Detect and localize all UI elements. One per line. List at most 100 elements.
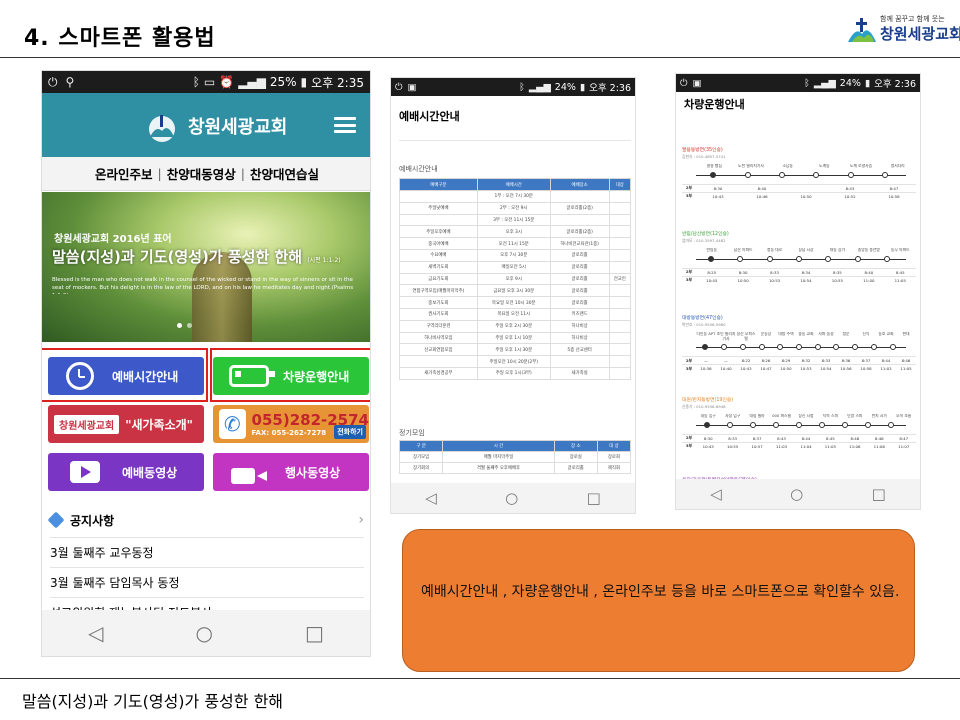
- table-cell: 8:46: [842, 433, 868, 442]
- table-cell: 글로리홀: [549, 284, 610, 298]
- table-cell: 주일오후예배: [399, 225, 478, 239]
- table-cell: 8:29: [776, 356, 796, 365]
- stop-label: 조인 빌리지기사: [716, 332, 736, 341]
- page-title: 예배시간안내: [399, 110, 460, 123]
- back-triangle-icon[interactable]: ◁: [425, 489, 437, 507]
- call-church-button[interactable]: ✆ 055)282-2574 FAX: 055-262-7278 전화하기: [213, 405, 369, 443]
- motto-banner[interactable]: 창원세광교회 2016년 표어 말씀(지성)과 기도(영성)가 풍성한 한해 (…: [42, 192, 370, 342]
- section-title: 예배시간안내: [399, 165, 438, 173]
- table-header-cell: 예배장소: [549, 178, 610, 191]
- table-cell: 10:43: [696, 191, 740, 200]
- table-cell: 10:54: [816, 364, 836, 373]
- table-cell: 8:35: [821, 267, 854, 276]
- table-row: 구역리더훈련 주일 오후 2시 30분 하나비상: [399, 319, 632, 333]
- table-cell: 11:03: [769, 441, 794, 450]
- table-cell: 새가족실: [549, 366, 610, 380]
- stop-marker: [847, 171, 854, 178]
- nav-choir-practice[interactable]: 찬양대연습실: [250, 164, 319, 183]
- table-row: 수요예배 오후 7시 30분 글로리홀: [399, 248, 632, 262]
- table-cell: [399, 213, 478, 227]
- table-row: 금요기도회 오후 9시 글로리홀 전교인: [399, 272, 632, 286]
- recents-square-icon[interactable]: □: [587, 489, 601, 507]
- table-cell: 8:45: [818, 433, 843, 442]
- table-row: 연합구역모임(매월마지막주) 금요일 오후 3시 30분 글로리홀: [399, 284, 632, 298]
- bluetooth-icon: ᛒ: [192, 75, 200, 89]
- table-cell: [549, 355, 610, 368]
- table-cell: 글로리홀: [553, 462, 598, 474]
- slide-title: 4. 스마트폰 활용법: [24, 26, 216, 51]
- list-item[interactable]: 3월 둘째주 교우동정: [50, 537, 364, 566]
- nav-choir-video[interactable]: 찬양대동영상: [167, 164, 236, 183]
- status-bar: ⏻ ⚲ ᛒ ▭ ⏰ ▂▄▆ 25% ▮ 오후 2:35: [42, 71, 370, 93]
- stop-label: 중동 교회: [798, 332, 814, 336]
- table-cell: [608, 248, 632, 262]
- table-cell: [608, 225, 632, 239]
- table-cell: 8:47: [872, 183, 916, 192]
- worship-video-button[interactable]: 예배동영상: [48, 453, 204, 491]
- battery-percent: 24%: [554, 81, 576, 93]
- table-cell: [608, 190, 632, 203]
- table-cell: 오후 7시 30분: [476, 248, 551, 262]
- table-cell: 8:30: [696, 433, 721, 442]
- notice-text: 3월 둘째주 교우동정: [50, 545, 154, 560]
- usb-icon: ⏻: [395, 81, 403, 93]
- stop-marker: [773, 421, 780, 428]
- signal-icon: ▂▄▆: [238, 75, 266, 89]
- table-row: 3부 10:43 10:46 10:50 10:52 10:58: [682, 191, 916, 200]
- android-navbar: ◁ ○ □: [676, 479, 920, 509]
- nav-online-bulletin[interactable]: 온라인주보: [95, 164, 153, 183]
- home-circle-icon[interactable]: ○: [505, 489, 518, 507]
- stop-marker: [796, 421, 802, 428]
- chevron-right-icon: ›: [358, 512, 364, 528]
- stop-marker: [884, 255, 891, 262]
- menu-icon[interactable]: [334, 117, 356, 133]
- home-circle-icon[interactable]: ○: [790, 485, 803, 503]
- carousel-dots[interactable]: [177, 323, 192, 328]
- table-cell: [399, 190, 478, 203]
- banner-verse: Blessed is the man who does not walk in …: [52, 277, 354, 294]
- event-video-button[interactable]: 행사동영상: [213, 453, 369, 491]
- table-header-cell: 구 분: [398, 440, 444, 452]
- table-cell: 8:32: [796, 356, 816, 365]
- stop-marker: [833, 344, 840, 350]
- usb-icon: ⏻: [48, 74, 58, 89]
- table-cell: [608, 331, 632, 345]
- table-cell: 10:52: [828, 191, 872, 200]
- table-cell: 오후 3시: [476, 225, 551, 239]
- stop-marker: [737, 255, 744, 262]
- section-title: 정기모임: [399, 429, 425, 437]
- table-cell: 중국어예배: [399, 237, 478, 250]
- banner-motto-ref: (시편 1:1-2): [307, 257, 341, 264]
- recents-square-icon[interactable]: □: [305, 621, 324, 645]
- notice-header[interactable]: 공지사항 ›: [47, 508, 364, 532]
- table-cell: 10:54: [790, 275, 822, 284]
- usb-icon: ⏻: [680, 77, 688, 89]
- table-cell: 8:33: [816, 356, 836, 365]
- table-cell: [608, 355, 632, 368]
- church-emblem-icon: [848, 18, 876, 42]
- route-track: [682, 419, 916, 431]
- stop-marker: [758, 344, 765, 350]
- table-cell: 11:05: [896, 364, 916, 373]
- status-time: 오후 2:36: [589, 83, 631, 94]
- table-cell: 오전 11시 15분: [476, 237, 551, 250]
- table-row: 2부 8:30 8:40 8:43 8:47: [682, 183, 916, 192]
- stop-marker: [818, 421, 825, 428]
- route-title: 반림/남산방면(12인승): [682, 232, 729, 237]
- back-triangle-icon[interactable]: ◁: [88, 621, 103, 645]
- table-cell: 11:05: [884, 275, 916, 284]
- table-cell: 10:55: [821, 275, 854, 284]
- route-track: [682, 341, 916, 353]
- list-item[interactable]: 3월 둘째주 담임목사 동정: [50, 567, 364, 596]
- top-divider: [0, 57, 960, 58]
- bluetooth-icon: ᛒ: [519, 81, 525, 93]
- church-emblem-icon: [149, 115, 175, 142]
- notice-text: 3월 둘째주 담임목사 동정: [50, 575, 180, 590]
- back-triangle-icon[interactable]: ◁: [710, 485, 722, 503]
- battery-percent: 24%: [839, 77, 861, 89]
- new-family-button[interactable]: 창원세광교회 "새가족소개": [48, 405, 204, 443]
- table-cell: 10:56: [836, 364, 856, 373]
- home-circle-icon[interactable]: ○: [196, 621, 213, 645]
- recents-square-icon[interactable]: □: [872, 485, 886, 503]
- video-camera-icon: [231, 460, 267, 484]
